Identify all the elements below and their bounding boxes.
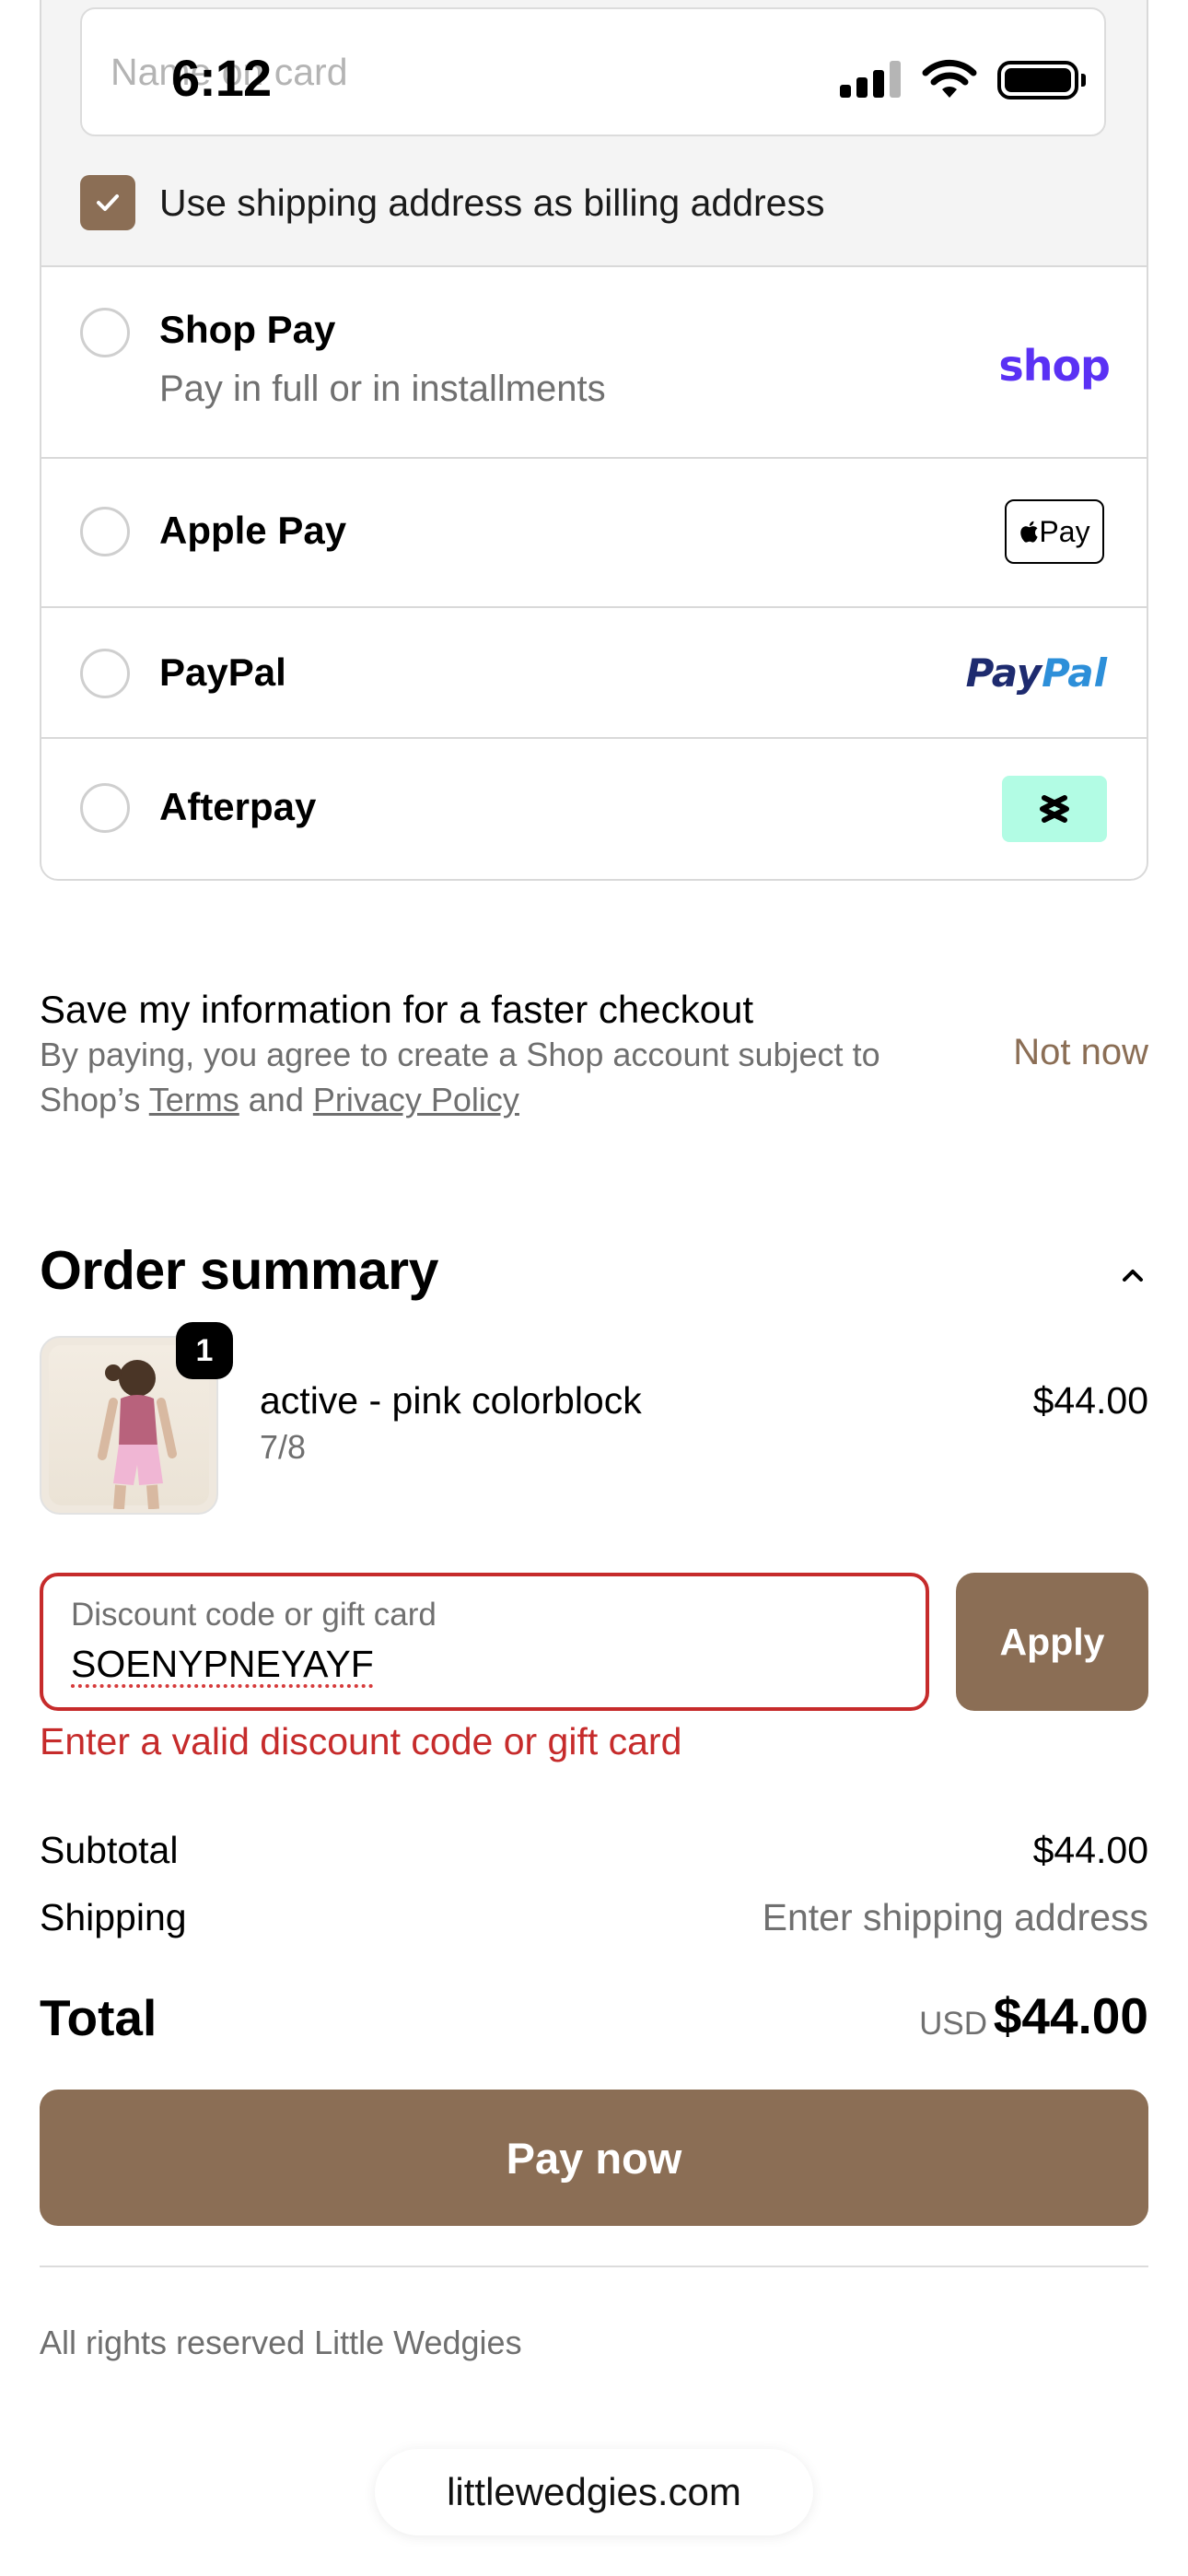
save-info-title: Save my information for a faster checkou… — [40, 988, 754, 1031]
payment-methods: Shop Pay Pay in full or in installments … — [40, 265, 1148, 881]
paypal-radio[interactable] — [80, 649, 130, 698]
afterpay-icon — [1040, 795, 1069, 823]
item-name: active - pink colorblock — [260, 1379, 642, 1422]
browser-url-bar[interactable]: littlewedgies.com — [375, 2449, 813, 2535]
apple-pay-label: Apple Pay — [159, 509, 347, 552]
afterpay-label: Afterpay — [159, 785, 317, 828]
discount-error-message: Enter a valid discount code or gift card — [40, 1720, 682, 1762]
total-label: Total — [40, 1989, 157, 2046]
afterpay-radio[interactable] — [80, 783, 130, 833]
order-summary-title: Order summary — [40, 1240, 438, 1301]
chevron-up-icon[interactable] — [1119, 1262, 1147, 1290]
apple-icon — [1020, 521, 1039, 543]
payment-option-paypal[interactable]: PayPal PayPal — [41, 608, 1147, 739]
item-price: $44.00 — [1032, 1379, 1148, 1422]
privacy-policy-link[interactable]: Privacy Policy — [313, 1081, 519, 1118]
discount-code-input[interactable]: Discount code or gift card SOENYPNEYAYF — [40, 1573, 929, 1711]
save-info-description: By paying, you agree to create a Shop ac… — [40, 1032, 942, 1122]
shop-pay-radio[interactable] — [80, 308, 130, 357]
discount-value[interactable]: SOENYPNEYAYF — [71, 1643, 374, 1686]
payment-option-apple-pay[interactable]: Apple Pay Pay — [41, 459, 1147, 608]
apple-pay-logo: Pay — [1005, 499, 1104, 564]
shop-pay-label: Shop Pay — [159, 308, 336, 351]
shop-pay-subtitle: Pay in full or in installments — [159, 369, 606, 409]
paypal-logo-pay: Pay — [965, 650, 1042, 696]
payment-option-shop-pay[interactable]: Shop Pay Pay in full or in installments … — [41, 267, 1147, 459]
subtotal-label: Subtotal — [40, 1829, 179, 1871]
paypal-logo-pal: Pal — [1042, 650, 1107, 696]
save-info-desc-and: and — [239, 1081, 313, 1118]
subtotal-value: $44.00 — [1032, 1829, 1148, 1871]
billing-checkbox[interactable] — [80, 175, 135, 230]
footer-divider — [40, 2266, 1148, 2267]
wifi-icon — [922, 59, 977, 98]
paypal-logo: PayPal — [966, 650, 1107, 696]
shipping-label: Shipping — [40, 1896, 187, 1938]
total-currency: USD — [919, 2006, 987, 2042]
apply-discount-button[interactable]: Apply — [956, 1573, 1148, 1711]
billing-address-option[interactable]: Use shipping address as billing address — [80, 175, 824, 230]
shipping-value: Enter shipping address — [762, 1896, 1148, 1938]
checkmark-icon — [97, 194, 119, 211]
apple-pay-radio[interactable] — [80, 507, 130, 556]
terms-link[interactable]: Terms — [149, 1081, 239, 1118]
billing-label: Use shipping address as billing address — [159, 181, 825, 224]
afterpay-logo — [1002, 776, 1107, 842]
pay-now-button[interactable]: Pay now — [40, 2090, 1148, 2226]
shop-pay-logo: shop — [998, 341, 1111, 391]
footer-rights: All rights reserved Little Wedgies — [40, 2324, 522, 2361]
quantity-badge: 1 — [176, 1322, 233, 1379]
item-variant: 7/8 — [260, 1428, 307, 1466]
battery-icon — [997, 61, 1086, 100]
discount-label: Discount code or gift card — [71, 1597, 437, 1633]
paypal-label: PayPal — [159, 650, 286, 694]
not-now-button[interactable]: Not now — [1013, 1032, 1148, 1073]
status-time: 6:12 — [171, 49, 272, 107]
payment-option-afterpay[interactable]: Afterpay — [41, 739, 1147, 879]
cellular-signal-icon — [840, 61, 904, 98]
total-value: $44.00 — [993, 1987, 1148, 2044]
apple-pay-logo-text: Pay — [1039, 514, 1090, 548]
